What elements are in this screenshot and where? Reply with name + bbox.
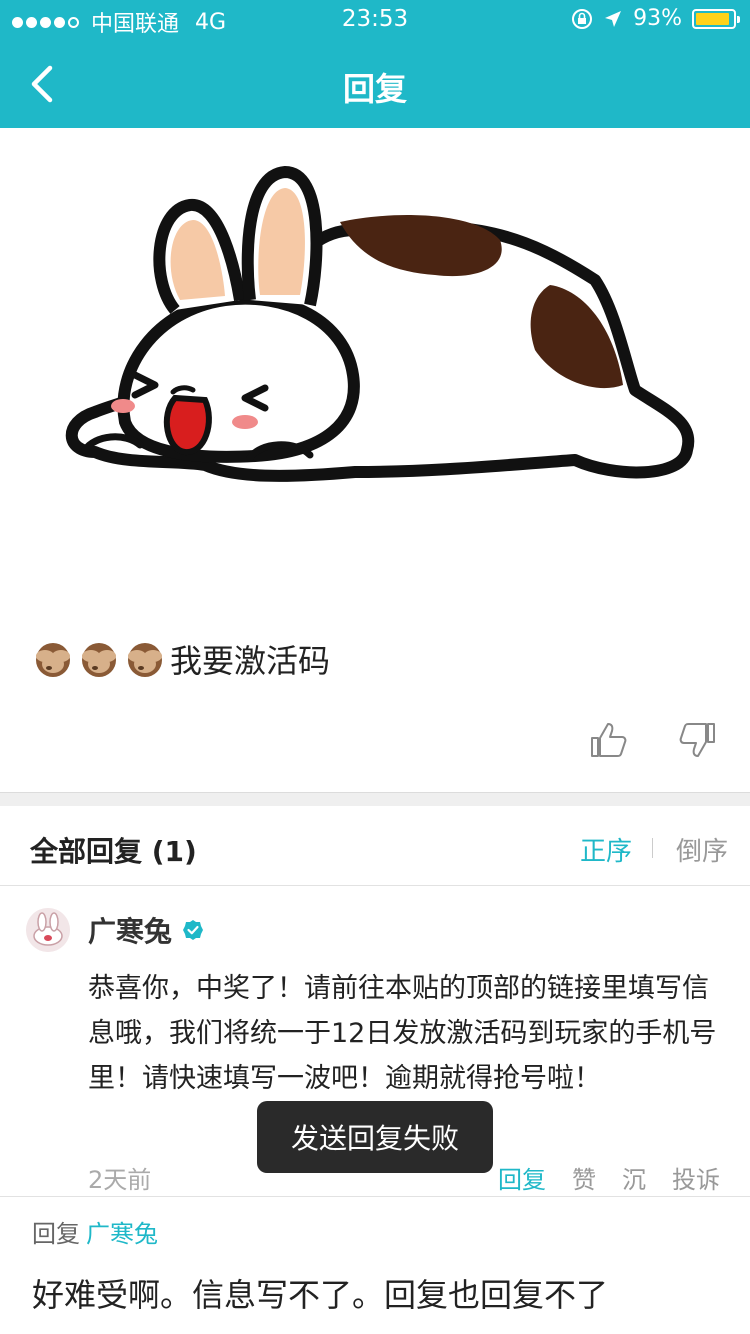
author-name: 广寒兔 — [88, 915, 173, 948]
replies-count-label: 全部回复 (1) — [30, 835, 197, 868]
subreply-divider — [0, 1196, 750, 1197]
sort-divider — [652, 838, 653, 858]
section-divider — [0, 792, 750, 806]
page-title: 回复 — [342, 70, 407, 108]
reply-to-line: 回复 广寒兔 — [32, 1214, 158, 1249]
reply-text: 恭喜你，中奖了！请前往本贴的顶部的链接里填写信息哦，我们将统一于12日发放激活码… — [88, 973, 717, 1094]
status-right: 93% — [571, 6, 740, 31]
location-arrow-icon — [605, 10, 622, 27]
see-no-evil-monkey-icon — [128, 643, 162, 677]
thumbs-down-icon[interactable] — [678, 720, 718, 760]
reply-time: 2天前 — [88, 1166, 152, 1194]
subreply-text: 好难受啊。信息写不了。回复也回复不了 — [32, 1276, 609, 1314]
reply-to-prefix: 回复 — [32, 1220, 80, 1248]
post-text: 我要激活码 — [170, 642, 331, 680]
status-bar: 中国联通 4G 23:53 93% — [0, 0, 750, 40]
like-button[interactable]: 赞 — [572, 1160, 596, 1195]
battery-percent: 93% — [633, 6, 682, 31]
error-toast: 发送回复失败 — [257, 1101, 493, 1173]
avatar[interactable] — [26, 908, 70, 952]
rabbit-avatar-icon — [26, 908, 70, 952]
rotation-lock-icon — [572, 8, 593, 29]
thumbs-up-icon[interactable] — [588, 720, 628, 760]
reply-actions: 回复 赞 沉 投诉 — [498, 1160, 720, 1195]
sort-ascending-button[interactable]: 正序 — [580, 831, 632, 868]
verified-badge-icon — [183, 920, 204, 940]
report-button[interactable]: 投诉 — [672, 1160, 720, 1195]
rabbit-sticker-image — [65, 166, 695, 482]
replies-header: 全部回复 (1) 正序 倒序 — [0, 806, 750, 886]
sink-button[interactable]: 沉 — [622, 1160, 646, 1195]
reply-button[interactable]: 回复 — [498, 1160, 546, 1195]
nav-bar: 回复 — [0, 40, 750, 128]
see-no-evil-monkey-icon — [36, 643, 70, 677]
sort-descending-button[interactable]: 倒序 — [676, 831, 728, 868]
battery-icon — [692, 8, 740, 29]
see-no-evil-monkey-icon — [82, 643, 116, 677]
reply-to-target[interactable]: 广寒兔 — [86, 1220, 158, 1248]
reply-author[interactable]: 广寒兔 — [88, 910, 204, 950]
post-content: 我要激活码 — [32, 636, 330, 682]
